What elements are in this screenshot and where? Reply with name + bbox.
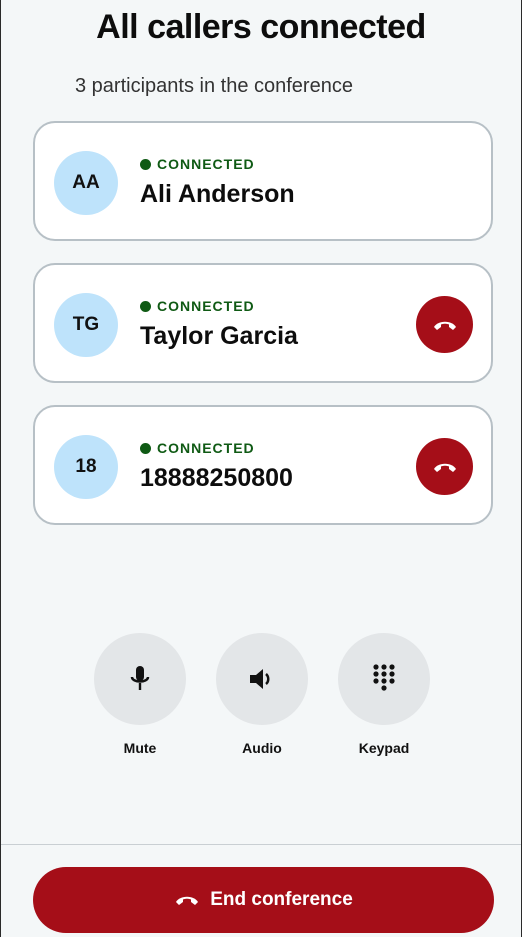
end-conference-button[interactable]: End conference <box>33 867 494 933</box>
hangup-icon <box>433 321 456 330</box>
end-conference-label: End conference <box>210 889 353 910</box>
hang-up-participant-button[interactable] <box>416 296 473 353</box>
hang-up-participant-button[interactable] <box>416 438 473 495</box>
avatar: TG <box>54 293 118 357</box>
keypad-button[interactable] <box>338 633 430 725</box>
page-title: All callers connected <box>96 8 426 46</box>
status-label: CONNECTED <box>157 156 255 172</box>
participant-card: 18 CONNECTED 18888250800 <box>33 405 493 525</box>
status-badge: CONNECTED <box>140 156 255 172</box>
participant-count: 3 participants in the conference <box>75 75 353 97</box>
keypad-label: Keypad <box>358 740 410 756</box>
hangup-icon <box>433 463 456 472</box>
participant-name: Ali Anderson <box>140 180 295 208</box>
keypad-control: Keypad <box>338 633 430 756</box>
hangup-icon <box>176 896 199 905</box>
mute-control: Mute <box>94 633 186 756</box>
audio-button[interactable] <box>216 633 308 725</box>
status-dot-icon <box>140 158 151 170</box>
avatar: AA <box>54 151 118 215</box>
status-label: CONNECTED <box>157 440 255 456</box>
status-dot-icon <box>140 442 151 454</box>
mute-label: Mute <box>123 740 157 756</box>
status-dot-icon <box>140 300 151 312</box>
footer-divider <box>1 844 521 845</box>
audio-label: Audio <box>242 740 282 756</box>
keypad-icon <box>373 664 395 691</box>
microphone-icon <box>130 666 150 690</box>
audio-control: Audio <box>216 633 308 756</box>
avatar: 18 <box>54 435 118 499</box>
speaker-icon <box>250 669 270 689</box>
status-label: CONNECTED <box>157 298 255 314</box>
participant-name: 18888250800 <box>140 464 293 492</box>
status-badge: CONNECTED <box>140 298 255 314</box>
participant-name: Taylor Garcia <box>140 322 298 350</box>
status-badge: CONNECTED <box>140 440 255 456</box>
participant-card: AA CONNECTED Ali Anderson <box>33 121 493 241</box>
mute-button[interactable] <box>94 633 186 725</box>
participant-card: TG CONNECTED Taylor Garcia <box>33 263 493 383</box>
